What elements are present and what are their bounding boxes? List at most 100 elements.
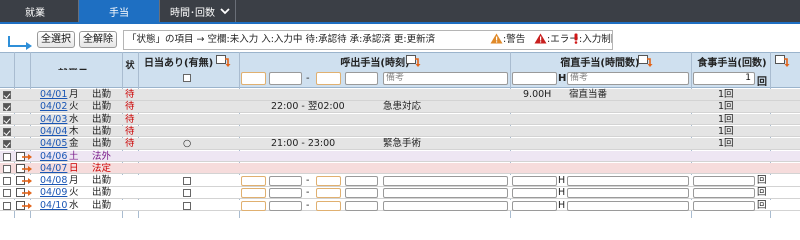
work-date-link[interactable]: 04/01 xyxy=(40,89,67,100)
night-duty-hours-input[interactable] xyxy=(512,188,557,199)
copy-down-icon[interactable] xyxy=(775,55,791,68)
table-header: 就業日 状態 日当あり(有無) 呼出手当(時刻) 宿直手当(時間数) 食事手当(… xyxy=(0,52,800,81)
work-date-link[interactable]: 04/10 xyxy=(40,200,67,211)
callout-start-minute-input[interactable] xyxy=(269,176,302,187)
tab-allowance[interactable]: 手当 xyxy=(79,0,159,22)
row-select-checkbox[interactable] xyxy=(3,103,11,112)
row-select-checkbox[interactable] xyxy=(3,177,11,186)
work-date-link[interactable]: 04/08 xyxy=(40,175,67,186)
daily-allowance-checkbox[interactable] xyxy=(183,189,191,198)
tab-bar: 就業 手当 時間･回数 xyxy=(0,0,800,24)
callout-end-hour-input[interactable] xyxy=(316,176,341,187)
row-select-checkbox[interactable] xyxy=(3,152,11,161)
tab-work-label: 就業 xyxy=(25,7,45,19)
meal-count-input[interactable] xyxy=(693,200,755,211)
table-row: 04/03 水 出勤 待 1回 xyxy=(0,113,800,126)
copy-row-icon[interactable] xyxy=(16,200,33,211)
weekday-label: 日 xyxy=(69,162,79,174)
callout-start-hour-input[interactable] xyxy=(241,200,266,211)
work-date-link[interactable]: 04/09 xyxy=(40,187,67,199)
row-select-checkbox[interactable] xyxy=(3,115,11,124)
work-date-link[interactable]: 04/05 xyxy=(40,138,67,149)
work-date-link[interactable]: 04/03 xyxy=(40,114,67,125)
callout-note-input[interactable]: 備考 xyxy=(383,72,508,85)
night-duty-hours-input[interactable] xyxy=(512,200,557,211)
count-unit-label: 回 xyxy=(757,199,767,211)
meal-count-input[interactable]: 1 xyxy=(693,72,755,85)
daily-allowance-value: ○ xyxy=(183,138,192,150)
row-select-checkbox[interactable] xyxy=(3,127,11,136)
meal-count-input[interactable] xyxy=(693,188,755,199)
table-row: 04/10 水 出勤 - H 回 xyxy=(0,199,800,212)
meal-count-value: 1回 xyxy=(718,138,734,150)
meal-count-value: 1回 xyxy=(718,101,734,113)
callout-note-input[interactable] xyxy=(383,200,508,211)
copy-down-icon[interactable] xyxy=(638,55,654,68)
callout-end-hour-input[interactable] xyxy=(316,200,341,211)
count-unit-label: 回 xyxy=(757,187,767,199)
row-select-checkbox[interactable] xyxy=(3,164,11,173)
weekday-label: 水 xyxy=(69,199,79,211)
status-badge: 待 xyxy=(125,89,135,100)
count-unit-label: 回 xyxy=(757,77,767,88)
weekday-label: 土 xyxy=(69,150,79,162)
copy-down-icon[interactable] xyxy=(406,55,422,68)
tab-time-count-label: 時間･回数 xyxy=(170,7,215,19)
copy-row-icon[interactable] xyxy=(16,188,33,198)
count-unit-label: 回 xyxy=(757,175,767,187)
work-type-label: 法外 xyxy=(92,150,112,162)
night-duty-note-input[interactable]: 備考 xyxy=(567,72,689,85)
tab-time-count[interactable]: 時間･回数 xyxy=(160,0,235,22)
night-duty-note-input[interactable] xyxy=(567,200,689,211)
deselect-all-button[interactable]: 全解除 xyxy=(79,31,117,48)
callout-start-hour-input[interactable] xyxy=(241,176,266,187)
meal-count-input[interactable] xyxy=(693,176,755,187)
daily-allowance-header-checkbox[interactable] xyxy=(183,74,191,82)
night-duty-note-input[interactable] xyxy=(567,176,689,187)
work-date-link[interactable]: 04/07 xyxy=(40,163,67,174)
arrow-right-icon xyxy=(8,36,32,50)
callout-end-hour-input[interactable] xyxy=(316,188,341,199)
row-select-checkbox[interactable] xyxy=(3,189,11,198)
callout-start-hour-input[interactable] xyxy=(241,72,266,85)
callout-range-separator: - xyxy=(306,187,310,199)
meal-count-value: 1回 xyxy=(718,113,734,125)
callout-note-input[interactable] xyxy=(383,176,508,187)
work-date-link[interactable]: 04/04 xyxy=(40,126,67,137)
copy-row-icon[interactable] xyxy=(16,176,33,186)
work-type-label: 出勤 xyxy=(92,89,112,100)
callout-end-minute-input[interactable] xyxy=(345,188,378,199)
meal-count-value: 1回 xyxy=(718,89,734,100)
chevron-down-icon[interactable] xyxy=(218,4,232,18)
callout-start-minute-input[interactable] xyxy=(269,72,302,85)
tab-work[interactable]: 就業 xyxy=(0,0,98,22)
work-date-link[interactable]: 04/02 xyxy=(40,101,67,113)
night-duty-note-input[interactable] xyxy=(567,188,689,199)
row-select-checkbox[interactable] xyxy=(3,201,11,210)
callout-start-minute-input[interactable] xyxy=(269,188,302,199)
row-select-checkbox[interactable] xyxy=(3,91,11,99)
callout-note-value: 緊急手術 xyxy=(383,138,422,150)
callout-end-hour-input[interactable] xyxy=(316,72,341,85)
callout-start-hour-input[interactable] xyxy=(241,188,266,199)
copy-row-icon[interactable] xyxy=(16,163,33,174)
callout-time-value: 22:00 - 翌02:00 xyxy=(271,101,345,113)
work-date-link[interactable]: 04/06 xyxy=(40,151,67,162)
select-all-button[interactable]: 全選択 xyxy=(37,31,75,48)
callout-end-minute-input[interactable] xyxy=(345,72,378,85)
row-select-checkbox[interactable] xyxy=(3,140,11,149)
daily-allowance-checkbox[interactable] xyxy=(183,201,191,210)
callout-end-minute-input[interactable] xyxy=(345,176,378,187)
daily-allowance-checkbox[interactable] xyxy=(183,177,191,186)
copy-row-icon[interactable] xyxy=(16,151,33,162)
night-duty-hours-input[interactable] xyxy=(512,176,557,187)
work-type-label: 出勤 xyxy=(92,199,112,211)
callout-end-minute-input[interactable] xyxy=(345,200,378,211)
table-row: 04/05 金 出勤 待 ○ 21:00 - 23:00 緊急手術 1回 xyxy=(0,138,800,150)
callout-note-input[interactable] xyxy=(383,188,508,199)
callout-start-minute-input[interactable] xyxy=(269,200,302,211)
status-badge: 待 xyxy=(125,138,135,150)
limit-legend-label: :入力制限 xyxy=(579,34,612,45)
night-duty-hours-input[interactable] xyxy=(512,72,557,85)
copy-down-icon[interactable] xyxy=(216,55,232,68)
